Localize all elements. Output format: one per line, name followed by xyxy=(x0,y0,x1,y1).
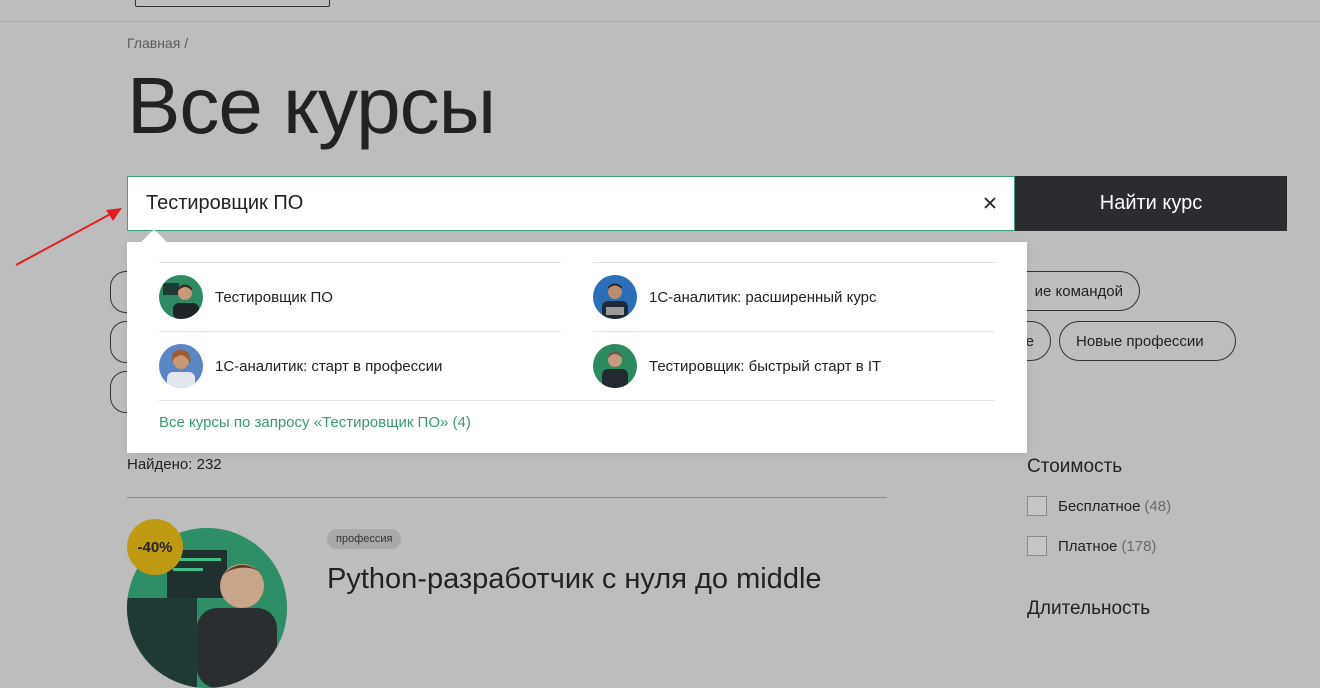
page-title: Все курсы xyxy=(127,61,496,150)
results-count: Найдено: 232 xyxy=(127,456,222,473)
filter-option-count: (48) xyxy=(1144,497,1172,515)
search-suggestions-dropdown: Тестировщик ПО 1С-аналитик: расширенный … xyxy=(127,242,1027,453)
filter-option-count: (178) xyxy=(1121,537,1157,555)
all-results-link[interactable]: Все курсы по запросу «Тестировщик ПО» (4… xyxy=(159,414,471,431)
search-input[interactable] xyxy=(127,176,1015,231)
suggestion-item[interactable]: 1С-аналитик: расширенный курс xyxy=(593,262,995,331)
suggestion-label: 1С-аналитик: расширенный курс xyxy=(649,288,877,306)
filter-title-cost: Стоимость xyxy=(1027,456,1123,477)
breadcrumb-home-link[interactable]: Главная xyxy=(127,35,180,51)
checkbox[interactable] xyxy=(1027,496,1047,516)
suggestion-label: 1С-аналитик: старт в профессии xyxy=(215,357,443,375)
course-avatar xyxy=(159,275,203,319)
chip-label: ие командой xyxy=(1034,282,1123,300)
suggestion-item[interactable]: Тестировщик ПО xyxy=(159,262,561,331)
course-avatar xyxy=(159,344,203,388)
suggestion-item[interactable]: 1С-аналитик: старт в профессии xyxy=(159,331,561,400)
suggestion-item[interactable]: Тестировщик: быстрый старт в IT xyxy=(593,331,995,400)
suggestion-label: Тестировщик: быстрый старт в IT xyxy=(649,357,882,375)
filter-option-label: Бесплатное xyxy=(1058,497,1141,515)
search-bar: Найти курс xyxy=(127,176,1287,231)
chip-label: Новые профессии xyxy=(1076,332,1204,350)
close-icon xyxy=(984,197,996,209)
results-divider xyxy=(127,497,887,498)
chip-new-professions[interactable]: Новые профессии xyxy=(1059,321,1236,361)
discount-badge: -40% xyxy=(127,519,183,575)
filter-option-paid[interactable]: Платное (178) xyxy=(1027,536,1156,556)
course-type-tag: профессия xyxy=(327,529,402,549)
filter-option-free[interactable]: Бесплатное (48) xyxy=(1027,496,1171,516)
dropdown-divider xyxy=(159,400,995,401)
header-button-fragment[interactable] xyxy=(135,0,330,7)
breadcrumb: Главная / xyxy=(127,35,188,51)
course-title-link[interactable]: Python-разработчик с нуля до middle xyxy=(327,563,822,596)
clear-search-button[interactable] xyxy=(975,188,1005,218)
annotation-arrow-icon xyxy=(15,208,122,266)
suggestion-label: Тестировщик ПО xyxy=(215,288,333,306)
course-avatar xyxy=(593,344,637,388)
checkbox[interactable] xyxy=(1027,536,1047,556)
filter-option-label: Платное xyxy=(1058,537,1118,555)
find-course-button[interactable]: Найти курс xyxy=(1015,176,1287,231)
course-avatar xyxy=(593,275,637,319)
breadcrumb-separator: / xyxy=(184,35,189,51)
course-card-image[interactable]: -40% xyxy=(127,519,287,688)
header-divider xyxy=(0,21,1320,22)
